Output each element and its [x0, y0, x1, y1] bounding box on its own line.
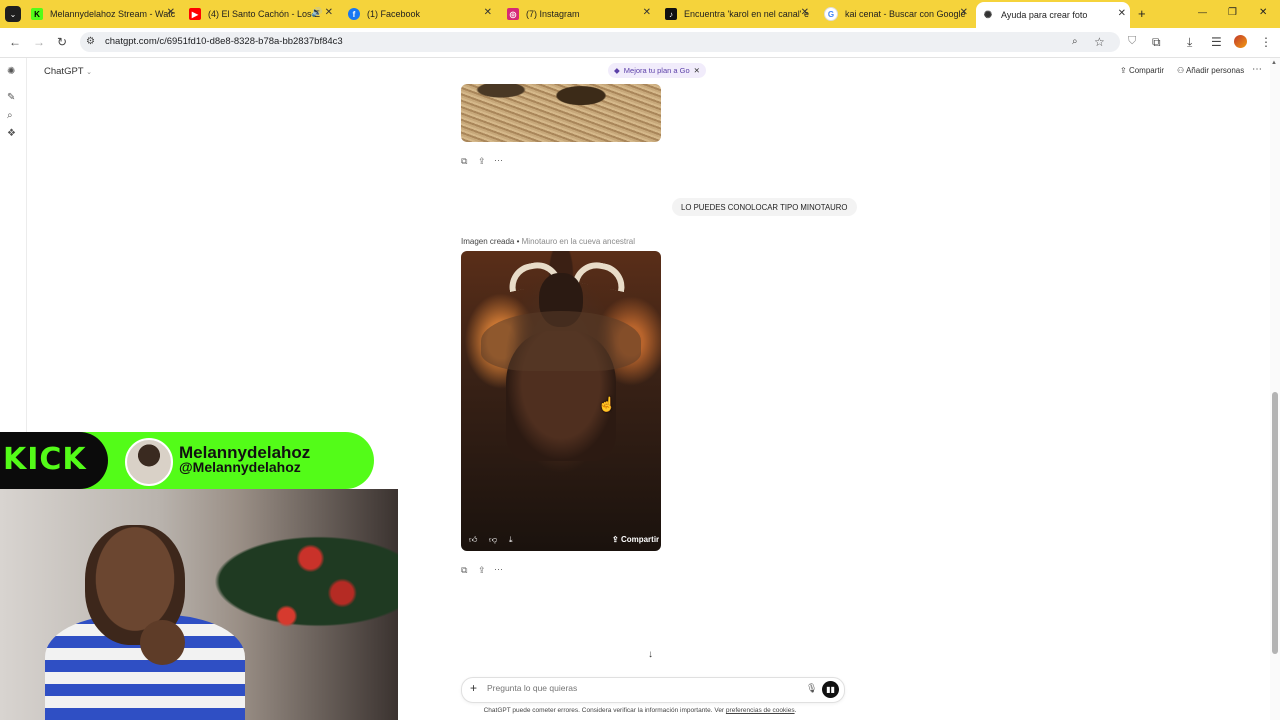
generated-image-minotaur[interactable] [461, 251, 661, 551]
browser-tab[interactable]: G kai cenat - Buscar con Google ✕ [824, 4, 972, 24]
user-message-bubble: LO PUEDES CONOLOCAR TIPO MINOTAURO [672, 198, 857, 216]
new-tab-button[interactable]: + [1138, 6, 1146, 21]
message-input[interactable] [487, 683, 787, 693]
download-icon[interactable]: ⤓ [509, 535, 513, 545]
zoom-icon[interactable]: ⌕ [1072, 36, 1078, 47]
sparkle-icon: ◆ [614, 66, 620, 75]
maximize-window-button[interactable]: ❐ [1228, 7, 1237, 18]
more-options-icon[interactable]: ⋯ [494, 155, 503, 166]
facebook-favicon-icon: f [348, 8, 360, 20]
streamer-avatar [125, 438, 173, 486]
youtube-favicon-icon: ▶ [189, 8, 201, 20]
google-favicon-icon: G [824, 7, 838, 21]
chevron-down-icon: ⌄ [86, 69, 92, 76]
close-tab-icon[interactable]: ✕ [1118, 8, 1126, 19]
reload-icon[interactable]: ↻ [57, 35, 67, 49]
upgrade-plan-pill[interactable]: ◆ Mejora tu plan a Go ✕ [608, 63, 706, 78]
model-selector[interactable]: ChatGPT ⌄ [44, 66, 92, 77]
close-tab-icon[interactable]: ✕ [960, 7, 968, 18]
browser-tab[interactable]: K Melannydelahoz Stream - Watc ✕ [31, 4, 179, 24]
add-people-button[interactable]: ⚇ Añadir personas [1177, 66, 1244, 75]
close-tab-icon[interactable]: ✕ [167, 7, 175, 18]
openai-logo-icon[interactable]: ✺ [7, 66, 15, 77]
search-chats-icon[interactable]: ⌕ [7, 110, 13, 121]
scrollbar-thumb[interactable] [1272, 392, 1278, 654]
image-share-button[interactable]: ⇪ Compartir [612, 535, 659, 544]
extensions-icon[interactable]: ⧉ [1152, 35, 1161, 50]
chatgpt-favicon-icon: ✺ [982, 9, 994, 21]
share-icon: ⇪ [1120, 66, 1127, 75]
close-icon[interactable]: ✕ [694, 66, 700, 75]
close-tab-icon[interactable]: ✕ [325, 7, 333, 18]
tiktok-favicon-icon: ♪ [665, 8, 677, 20]
microphone-icon[interactable]: 🎙︎ [806, 683, 817, 694]
close-tab-icon[interactable]: ✕ [484, 7, 492, 18]
tab-search-button[interactable]: ⌄ [5, 6, 21, 22]
image-caption: Imagen creada • Minotauro en la cueva an… [461, 237, 636, 246]
browser-tab[interactable]: ▶ (4) El Santo Cachón - Los E 🔊 ✕ [189, 4, 337, 24]
download-icon[interactable]: ⤓ [1187, 35, 1192, 50]
share-icon[interactable]: ⇪ [478, 156, 486, 167]
forward-arrow-icon[interactable]: → [33, 35, 45, 49]
copy-icon[interactable]: ⧉ [461, 156, 467, 167]
voice-mode-icon[interactable]: ▮▮ [822, 681, 839, 698]
copy-icon[interactable]: ⧉ [461, 565, 467, 576]
attach-plus-icon[interactable]: + [470, 681, 477, 695]
share-conversation-button[interactable]: ⇪ Compartir [1120, 66, 1164, 75]
more-options-icon[interactable]: ⋯ [494, 564, 503, 575]
speaker-icon[interactable]: 🔊 [311, 7, 322, 18]
browser-tab[interactable]: f (1) Facebook ✕ [348, 4, 496, 24]
url-text[interactable]: chatgpt.com/c/6951fd10-d8e8-8328-b78a-bb… [105, 36, 343, 47]
close-window-button[interactable]: ✕ [1259, 7, 1267, 18]
scroll-up-arrow-icon[interactable]: ▲ [1271, 60, 1277, 66]
share-icon[interactable]: ⇪ [478, 565, 486, 576]
kick-favicon-icon: K [31, 8, 43, 20]
media-control-icon[interactable]: ☰ [1211, 35, 1222, 49]
kick-logo: KICK [3, 442, 87, 477]
webcam-person-hand [140, 620, 185, 665]
cookie-preferences-link[interactable]: preferencias de cookies [726, 707, 795, 714]
add-person-icon: ⚇ [1177, 66, 1185, 75]
shield-icon[interactable]: ⛉ [1128, 35, 1136, 48]
library-icon[interactable]: ❖ [7, 128, 16, 139]
dislike-icon[interactable]: 👎︎ [489, 535, 497, 545]
close-tab-icon[interactable]: ✕ [801, 7, 809, 18]
back-arrow-icon[interactable]: ← [9, 35, 21, 49]
scroll-to-bottom-icon[interactable]: ↓ [648, 649, 653, 660]
more-options-icon[interactable]: ⋯ [1252, 64, 1262, 75]
bookmark-star-icon[interactable]: ☆ [1094, 35, 1105, 49]
new-chat-icon[interactable]: ✎ [7, 92, 15, 103]
browser-tab[interactable]: ♪ Encuentra 'karol en nel canal' e ✕ [665, 4, 813, 24]
like-icon[interactable]: 👍︎ [469, 535, 477, 545]
close-tab-icon[interactable]: ✕ [643, 7, 651, 18]
streamer-handle: @Melannydelahoz [179, 459, 301, 475]
instagram-favicon-icon: ◎ [507, 8, 519, 20]
profile-avatar[interactable] [1234, 35, 1247, 48]
site-info-icon[interactable]: ⚙ [86, 36, 95, 47]
browser-tab[interactable]: ◎ (7) Instagram ✕ [507, 4, 655, 24]
fur-cloak [481, 311, 641, 371]
minimize-window-button[interactable]: — [1198, 7, 1207, 17]
generated-image[interactable] [461, 84, 661, 142]
mouse-pointer-hand-icon: ☝ [598, 396, 616, 412]
share-icon: ⇪ [612, 535, 619, 544]
browser-menu-icon[interactable]: ⋮ [1260, 35, 1272, 49]
browser-tab-active[interactable]: ✺ Ayuda para crear foto ✕ [976, 2, 1130, 28]
